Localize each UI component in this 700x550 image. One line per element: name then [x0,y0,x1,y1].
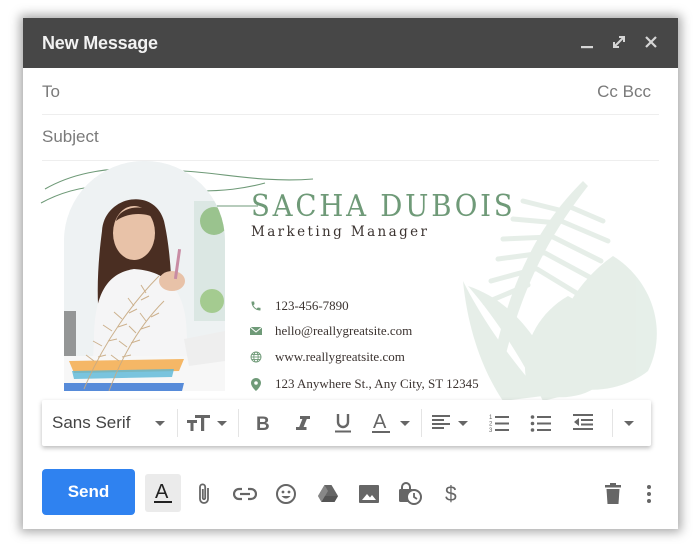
numbered-list-button[interactable]: 123 [478,400,520,446]
align-button[interactable] [422,400,478,446]
bulleted-list-button[interactable] [520,400,562,446]
window-title: New Message [42,33,158,53]
bold-icon: B [256,414,270,432]
formatting-toolbar: Sans Serif B A 1 2 3 [42,400,651,446]
location-pin-icon [249,377,263,391]
svg-text:A: A [373,412,387,433]
svg-text:3: 3 [489,428,493,433]
to-input[interactable] [87,79,559,105]
text-format-icon: A [154,481,172,503]
insert-photo-button[interactable] [354,479,384,509]
toolbar-divider [238,409,239,437]
subject-field[interactable] [42,115,659,161]
emoji-icon [276,484,296,504]
svg-text:1: 1 [489,415,493,421]
send-button[interactable]: Send [42,469,135,515]
minimize-icon[interactable] [578,32,596,52]
signature-phone: 123-456-7890 [249,298,349,314]
font-family-value: Sans Serif [52,413,131,432]
to-label: To [42,82,60,101]
italic-icon [296,416,310,430]
italic-button[interactable] [283,400,323,446]
indent-less-icon [573,414,593,430]
insert-money-button[interactable]: $ [437,479,467,509]
google-drive-button[interactable] [313,479,343,509]
text-color-icon: A [372,412,410,433]
compose-titlebar[interactable]: New Message [23,18,678,68]
bold-button[interactable]: B [243,400,283,446]
profile-photo [64,161,225,391]
signature-role: Marketing Manager [251,224,430,240]
font-size-button[interactable] [178,400,238,446]
expand-icon[interactable] [610,32,628,52]
insert-emoji-button[interactable] [271,479,301,509]
phone-icon [249,299,263,313]
address-text: 123 Anywhere St., Any City, ST 12345 [275,376,479,391]
cc-bcc-link[interactable]: Cc Bcc [597,82,651,102]
close-icon[interactable] [642,32,660,52]
image-icon [359,485,379,503]
confidential-mode-button[interactable] [395,479,425,509]
attach-file-button[interactable] [189,479,219,509]
svg-text:2: 2 [489,422,493,428]
globe-icon [249,350,263,364]
font-family-select[interactable]: Sans Serif [42,400,177,446]
indent-less-button[interactable] [562,400,604,446]
signature-address: 123 Anywhere St., Any City, ST 12345 [249,376,479,392]
svg-text:A: A [155,481,169,503]
more-vert-icon [647,485,651,503]
signature-name: SACHA DUBOIS [251,189,516,224]
subject-input[interactable] [42,125,659,151]
paperclip-icon [199,483,209,504]
underline-button[interactable] [323,400,363,446]
formatting-options-button[interactable]: A [145,474,181,512]
dollar-icon: $ [445,483,457,506]
signature-email: hello@reallygreatsite.com [249,323,412,339]
website-text: www.reallygreatsite.com [275,349,405,364]
underline-icon [335,414,351,433]
more-options-button[interactable] [634,479,664,509]
email-text: hello@reallygreatsite.com [275,323,413,338]
discard-draft-button[interactable] [598,479,628,509]
numbered-list-icon: 123 [489,415,509,433]
to-field[interactable]: To Cc Bcc [42,69,659,115]
phone-text: 123-456-7890 [275,298,349,313]
align-left-icon [432,415,468,429]
email-signature: SACHA DUBOIS Marketing Manager 123-456-7… [23,161,678,401]
chevron-down-icon [155,420,165,426]
bulleted-list-icon [530,415,551,432]
more-formatting-button[interactable] [613,400,645,446]
signature-website: www.reallygreatsite.com [249,349,405,365]
chevron-down-icon [624,420,634,426]
text-size-icon [187,415,227,431]
compose-window: New Message To Cc Bcc Subject SACHA DUBO… [23,18,678,529]
insert-link-button[interactable] [230,479,260,509]
lock-clock-icon [399,482,422,505]
svg-text:$: $ [445,483,457,506]
google-drive-icon [318,485,338,502]
link-icon [233,487,257,501]
trash-icon [605,483,621,504]
svg-text:B: B [256,414,270,432]
envelope-icon [249,324,263,338]
text-color-button[interactable]: A [363,400,421,446]
